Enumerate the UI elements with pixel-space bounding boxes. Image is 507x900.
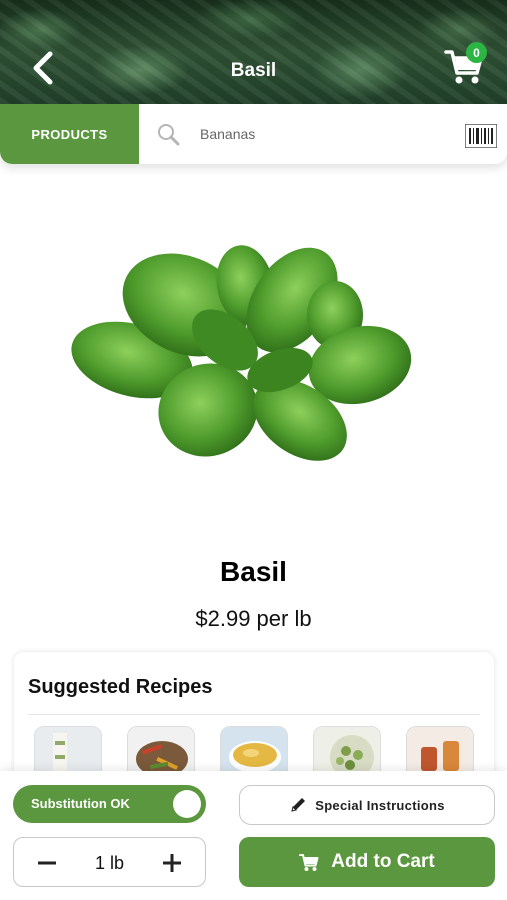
- products-tab[interactable]: PRODUCTS: [0, 104, 139, 164]
- substitution-toggle[interactable]: Substitution OK: [13, 785, 206, 823]
- toggle-knob: [173, 790, 201, 818]
- search-icon[interactable]: [156, 122, 180, 146]
- substitution-label: Substitution OK: [31, 796, 130, 811]
- product-price: $2.99 per lb: [195, 606, 312, 631]
- recipes-title: Suggested Recipes: [28, 676, 213, 698]
- shopping-cart-icon: [299, 854, 319, 871]
- plus-icon[interactable]: [161, 852, 183, 874]
- minus-icon[interactable]: [36, 852, 58, 874]
- search-bar: PRODUCTS: [0, 104, 507, 164]
- quantity-stepper: 1 lb: [13, 837, 206, 887]
- special-instructions-button[interactable]: Special Instructions: [239, 785, 495, 825]
- bottom-action-bar: Substitution OK Special Instructions 1 l…: [0, 771, 507, 900]
- header-banner: [0, 0, 507, 104]
- special-instructions-label: Special Instructions: [315, 797, 445, 813]
- barcode-icon[interactable]: [465, 124, 497, 148]
- add-to-cart-button[interactable]: Add to Cart: [239, 837, 495, 887]
- page-title: Basil: [230, 60, 277, 81]
- add-to-cart-label: Add to Cart: [331, 851, 435, 872]
- search-input[interactable]: [200, 120, 440, 148]
- product-name: Basil: [220, 556, 287, 587]
- quantity-value: 1 lb: [94, 853, 125, 873]
- pencil-icon: [291, 798, 306, 812]
- recipes-divider: [28, 714, 480, 715]
- cart-count-badge: 0: [466, 42, 487, 63]
- product-image: [71, 245, 412, 461]
